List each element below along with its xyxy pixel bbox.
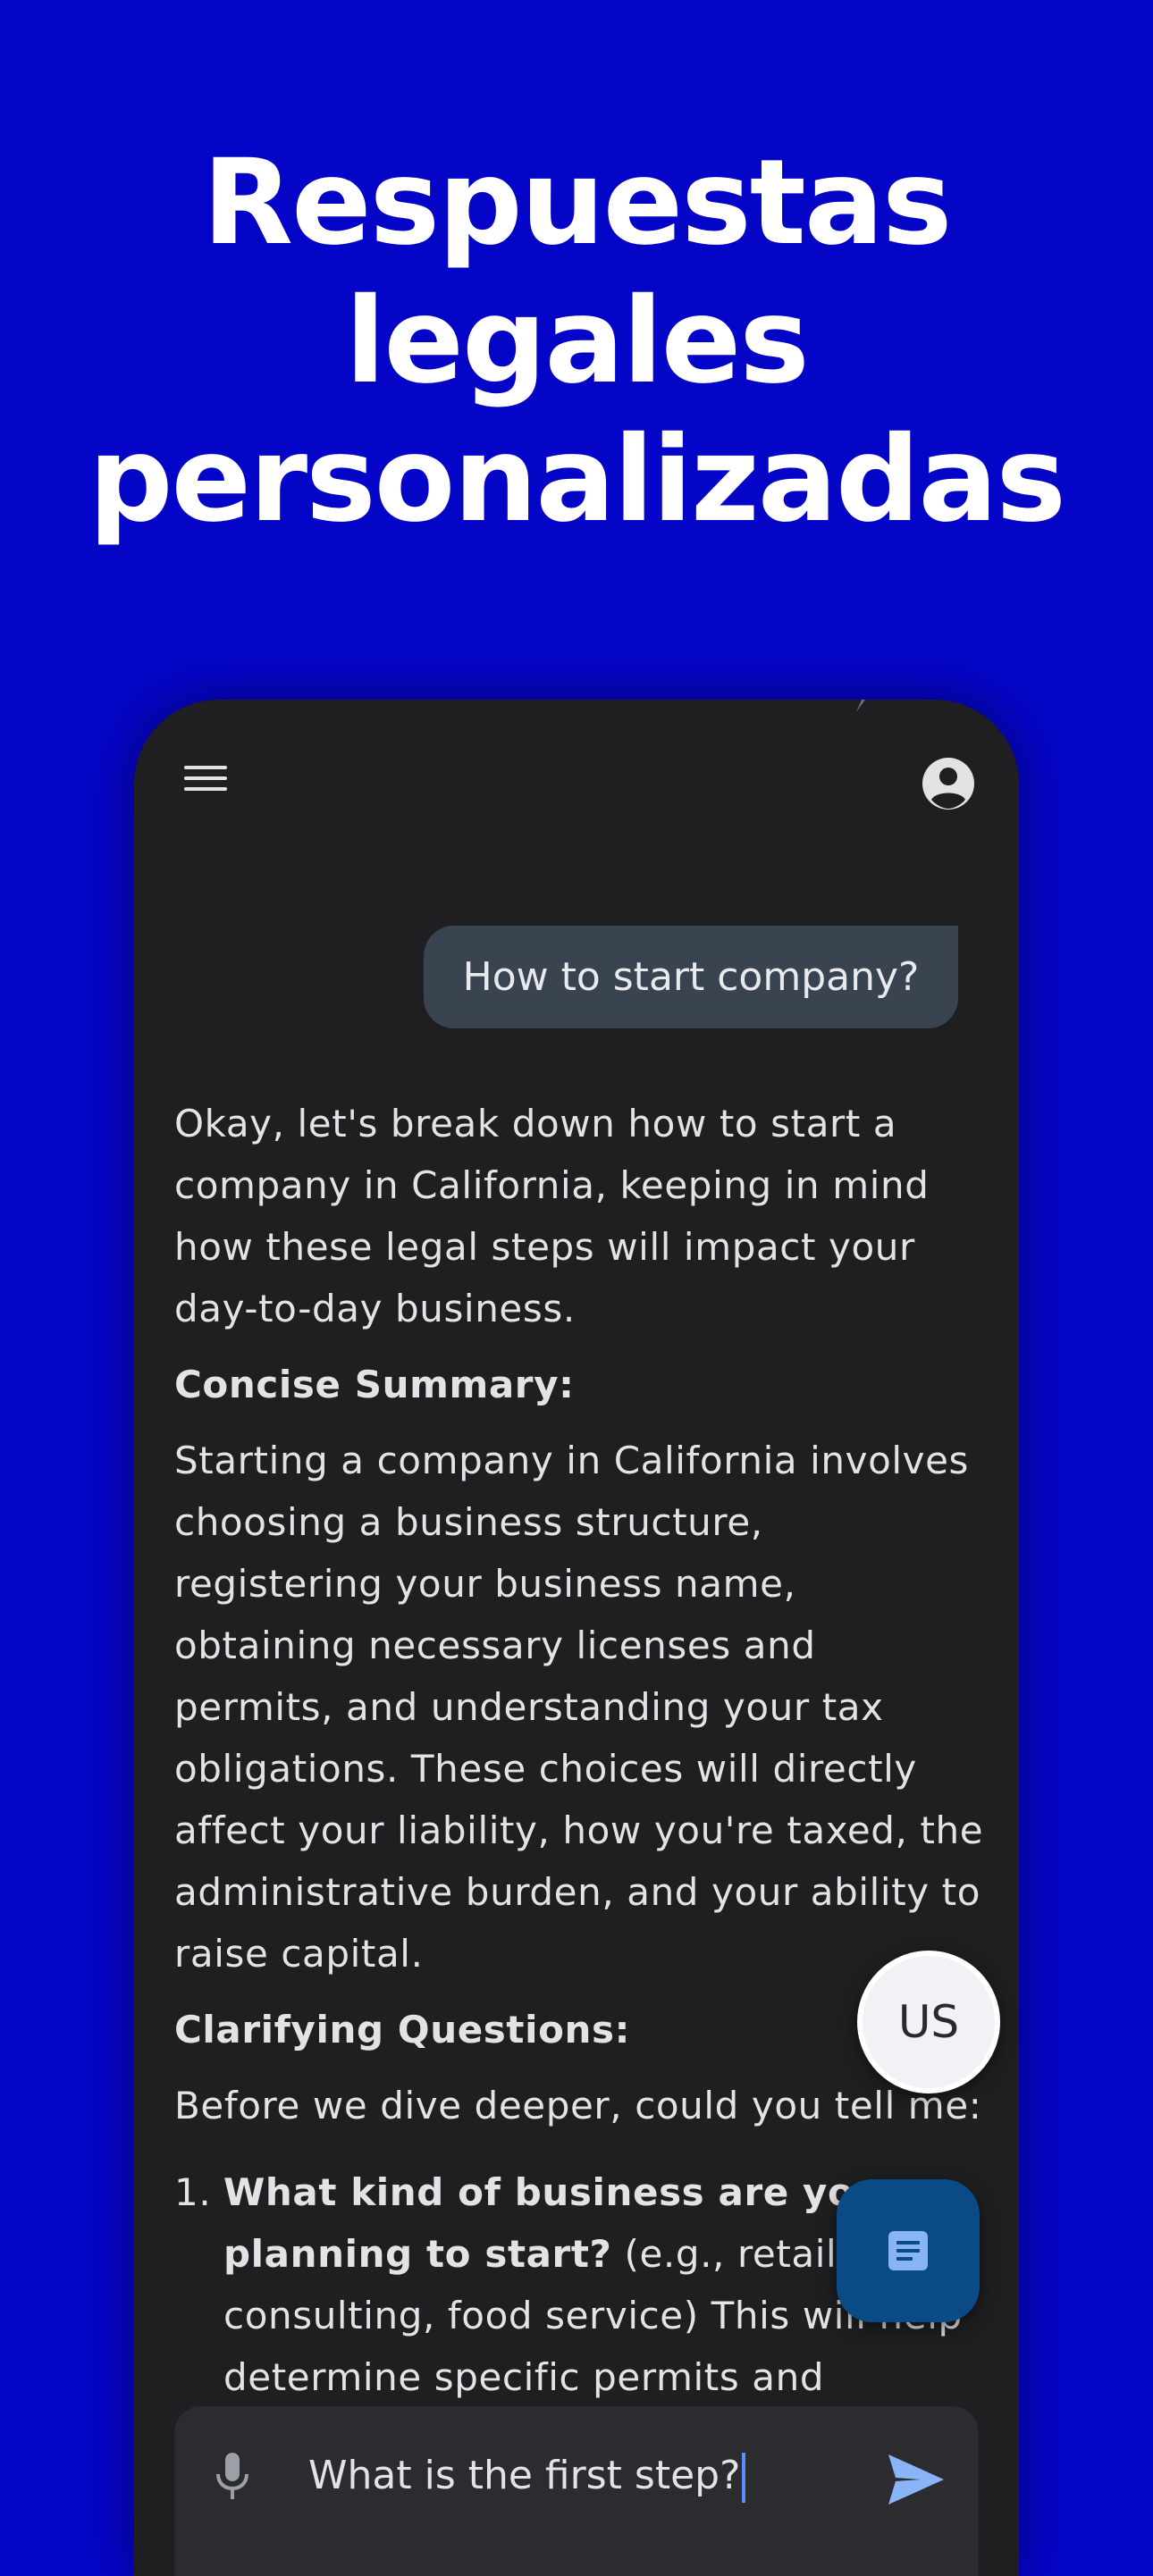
status-indicator-icon [856,700,865,712]
headline-line-2: legales [345,273,810,410]
menu-icon[interactable] [181,753,231,803]
region-button[interactable]: US [857,1951,1000,2094]
summary-line: affect your liability, how you're taxed,… [174,1808,984,1852]
send-icon[interactable] [885,2451,947,2508]
summary-line: raise capital. [174,1932,424,1976]
headline-line-1: Respuestas [202,134,952,272]
list-item-question-cont: planning to start? [223,2232,612,2276]
headline-line-3: personalizadas [88,411,1066,549]
response-intro-line: day-to-day business. [174,1287,576,1330]
questions-intro: Before we dive deeper, could you tell me… [174,2084,982,2127]
phone-screen: How to start company? Okay, let's break … [134,700,1019,2576]
message-input-value: What is the first step? [308,2453,741,2498]
message-input-bar: What is the first step? [174,2406,979,2576]
list-item-detail: determine specific permits and [223,2355,825,2399]
message-input[interactable]: What is the first step? [308,2444,746,2508]
list-item-question: What kind of business are you [223,2170,881,2214]
summary-line: registering your business name, [174,1562,796,1606]
summary-line: Starting a company in California involve… [174,1439,970,1482]
text-caret [742,2453,746,2503]
mic-icon[interactable] [210,2449,255,2503]
user-message-bubble: How to start company? [424,926,958,1028]
list-item-number: 1. [174,2170,212,2214]
headline: Respuestas legales personalizadas [0,134,1153,550]
account-circle-icon[interactable] [920,755,977,812]
response-intro-line: how these legal steps will impact your [174,1225,915,1269]
summary-line: permits, and understanding your tax [174,1685,884,1729]
summary-line: obligations. These choices will directly [174,1747,917,1791]
response-intro-line: company in California, keeping in mind [174,1163,930,1207]
documents-button[interactable] [837,2179,980,2322]
summary-line: obtaining necessary licenses and [174,1624,816,1667]
summary-heading: Concise Summary: [174,1363,575,1406]
summary-line: administrative burden, and your ability … [174,1870,981,1914]
response-intro-line: Okay, let's break down how to start a [174,1102,897,1145]
document-icon [888,2231,928,2270]
summary-line: choosing a business structure, [174,1500,763,1544]
